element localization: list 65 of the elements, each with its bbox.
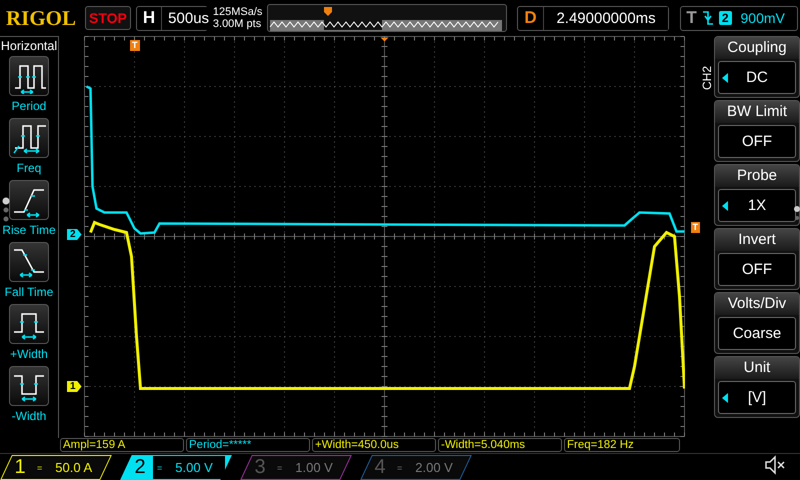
- measure-button[interactable]: [9, 180, 49, 220]
- channel-label: CH2: [700, 66, 714, 90]
- channel-tab[interactable]: 3 = 1.00 V: [240, 454, 352, 480]
- softkey-button[interactable]: DC: [718, 61, 796, 94]
- measure-label: -Width: [12, 409, 46, 423]
- measure-label: Rise Time: [2, 223, 56, 237]
- timebase-label: H: [142, 8, 156, 28]
- softkey-title: Invert: [715, 229, 799, 251]
- measure-button[interactable]: [9, 304, 49, 344]
- brand-logo: RIGOL: [6, 6, 76, 30]
- coupling-icon: =: [277, 462, 282, 472]
- measure-label: +Width: [10, 347, 48, 361]
- softkey-button[interactable]: OFF: [718, 253, 796, 286]
- measure-button[interactable]: [9, 56, 49, 96]
- softkey-title: Unit: [715, 357, 799, 379]
- channel-number: 4: [373, 456, 387, 478]
- page-dots-icon: [794, 206, 800, 222]
- softkey-title: BW Limit: [715, 101, 799, 123]
- channel-tab[interactable]: 1 = 50.0 A: [0, 454, 112, 480]
- channel-scale: 1.00 V: [295, 460, 333, 474]
- page-dots-icon: [2, 197, 10, 223]
- softkey-button[interactable]: Coarse: [718, 317, 796, 350]
- measurement-readout: -Width=5.040ms: [438, 438, 562, 452]
- speaker-muted-icon[interactable]: [764, 454, 786, 474]
- measure-button[interactable]: [9, 366, 49, 406]
- measure-label: Period: [12, 99, 46, 113]
- measure-button[interactable]: [9, 242, 49, 282]
- delay-label: D: [523, 8, 538, 28]
- channel-number: 2: [133, 456, 147, 478]
- coupling-icon: =: [157, 462, 162, 472]
- channel-scale: 5.00 V: [175, 460, 213, 474]
- channel-number: 3: [253, 456, 267, 478]
- sample-rate: 125MSa/s: [212, 6, 262, 18]
- measurement-readout: Freq=182 Hz: [564, 438, 680, 452]
- measurement-readout: +Width=450.0us: [312, 438, 436, 452]
- trigger-level: 900mV: [740, 10, 785, 26]
- trigger-display[interactable]: T 2 900mV: [680, 6, 798, 30]
- menu-title: Horizontal: [0, 39, 58, 53]
- softkey-title: Volts/Div: [715, 293, 799, 315]
- channel-number: 1: [13, 456, 27, 478]
- trigger-source-badge: 2: [718, 11, 732, 25]
- softkey-title: Probe: [715, 165, 799, 187]
- measure-button[interactable]: [9, 118, 49, 158]
- measure-label: Fall Time: [4, 285, 54, 299]
- softkey-button[interactable]: 1X: [718, 189, 796, 222]
- channel-marker[interactable]: 1: [67, 381, 82, 392]
- coupling-icon: =: [37, 462, 42, 472]
- channel-scale: 2.00 V: [415, 460, 453, 474]
- softkey-button[interactable]: OFF: [718, 125, 796, 158]
- coupling-icon: =: [397, 462, 402, 472]
- measurement-readout: Period=*****: [186, 438, 310, 452]
- memory-depth: 3.00M pts: [212, 18, 262, 30]
- delay-value: 2.49000000ms: [542, 6, 668, 30]
- softkey-button[interactable]: [V]: [718, 381, 796, 414]
- trigger-label: T: [685, 8, 697, 28]
- measure-label: Freq: [16, 161, 42, 175]
- measurement-readout: Ampl=159 A: [60, 438, 184, 452]
- channel-tab[interactable]: 2 = 5.00 V: [120, 454, 232, 480]
- softkey-title: Coupling: [715, 37, 799, 59]
- channel-scale: 50.0 A: [55, 460, 92, 474]
- channel-marker[interactable]: 2: [67, 229, 82, 240]
- trigger-position-icon: [380, 38, 388, 42]
- run-stop-button[interactable]: STOP: [85, 6, 131, 30]
- delay-display[interactable]: D 2.49000000ms: [517, 6, 670, 30]
- channel-tab[interactable]: 4 = 2.00 V: [360, 454, 472, 480]
